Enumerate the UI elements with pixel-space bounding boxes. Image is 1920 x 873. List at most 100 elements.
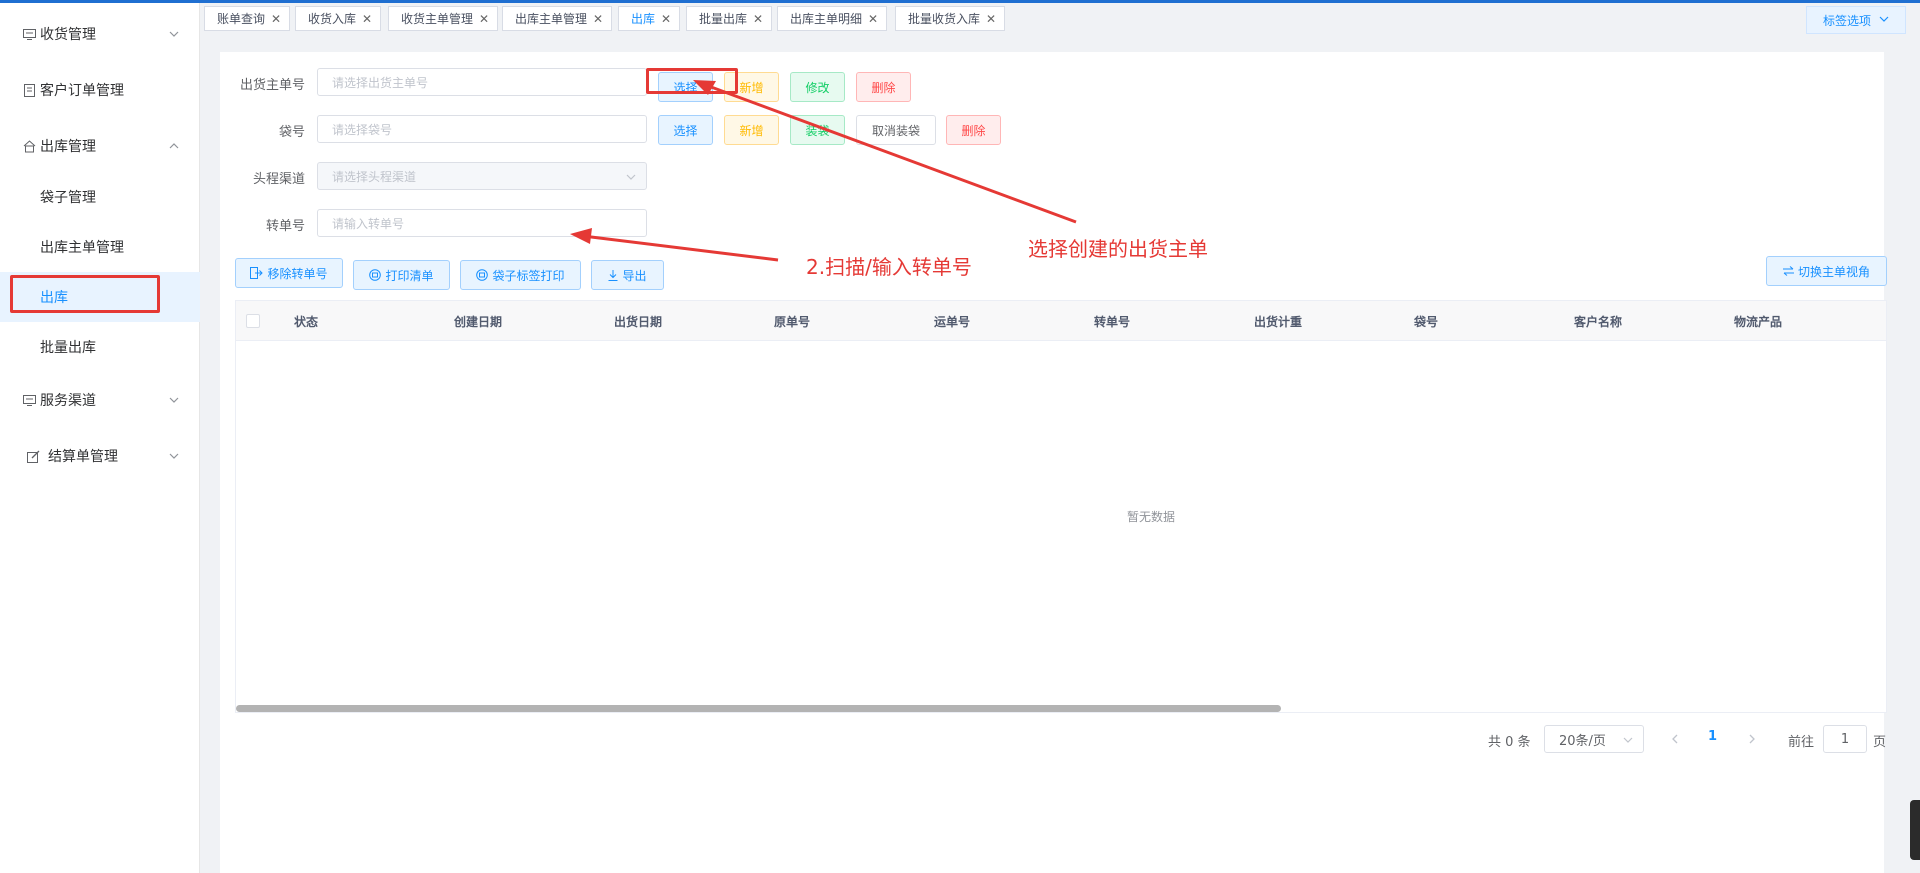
close-icon[interactable]: ✕ xyxy=(479,12,489,26)
printer-icon xyxy=(476,269,489,281)
sidebar-item-label: 结算单管理 xyxy=(48,449,118,465)
transfer-no-input[interactable]: 请输入转单号 xyxy=(317,209,647,237)
tab-bill-query[interactable]: 账单查询 ✕ xyxy=(204,6,291,31)
chevron-down-icon xyxy=(168,28,180,40)
sidebar-item-label: 客户订单管理 xyxy=(40,83,124,99)
chevron-down-icon xyxy=(1623,734,1633,744)
printer-icon xyxy=(369,269,382,281)
bag-no-input[interactable]: 请选择袋号 xyxy=(317,115,647,143)
sidebar-subitem-bags[interactable]: 袋子管理 xyxy=(0,172,200,222)
placeholder: 请选择袋号 xyxy=(332,122,393,137)
download-icon xyxy=(608,269,618,281)
select-bag-button[interactable]: 选择 xyxy=(658,115,713,145)
sidebar-item-label: 收货管理 xyxy=(40,27,96,43)
close-icon[interactable]: ✕ xyxy=(593,12,603,26)
sidebar-item-label: 出库管理 xyxy=(40,139,96,155)
bag-no-label: 袋号 xyxy=(278,125,305,140)
tab-receive-inbound[interactable]: 收货入库 ✕ xyxy=(295,6,382,31)
column-header-created-date[interactable]: 创建日期 xyxy=(454,301,502,341)
goto-page-input[interactable]: 1 xyxy=(1823,725,1867,753)
close-icon[interactable]: ✕ xyxy=(986,12,996,26)
sidebar-item-customer-orders[interactable]: 客户订单管理 xyxy=(0,65,200,115)
chevron-down-icon xyxy=(168,450,180,462)
chevron-down-icon xyxy=(1879,13,1889,27)
prev-page-button[interactable] xyxy=(1668,729,1682,749)
logout-icon xyxy=(250,267,264,279)
column-header-status[interactable]: 状态 xyxy=(294,301,318,341)
page-number-current[interactable]: 1 xyxy=(1708,729,1717,744)
add-bag-button[interactable]: 新增 xyxy=(724,115,779,145)
column-header-ship-date[interactable]: 出货日期 xyxy=(614,301,662,341)
tab-batch-receive[interactable]: 批量收货入库 ✕ xyxy=(895,6,1006,31)
tab-label: 出库 xyxy=(631,12,656,26)
column-header-logistics-product[interactable]: 物流产品 xyxy=(1734,301,1782,341)
tab-options-label: 标签选项 xyxy=(1822,13,1871,28)
sidebar-item-service-channel[interactable]: 服务渠道 xyxy=(0,375,200,425)
sidebar-subitem-batch-outbound[interactable]: 批量出库 xyxy=(0,322,200,372)
column-header-customer-name[interactable]: 客户名称 xyxy=(1574,301,1622,341)
tab-outbound-master-detail[interactable]: 出库主单明细 ✕ xyxy=(777,6,888,31)
receive-icon xyxy=(22,27,36,41)
document-icon xyxy=(22,83,36,97)
page-size-select[interactable]: 20条/页 xyxy=(1544,725,1644,753)
column-header-ship-weight[interactable]: 出货计重 xyxy=(1254,301,1302,341)
horizontal-scrollbar[interactable] xyxy=(236,705,1281,712)
placeholder: 请输入转单号 xyxy=(332,216,405,231)
channel-select[interactable]: 请选择头程渠道 xyxy=(317,162,647,190)
swap-icon xyxy=(1782,266,1794,276)
remove-transfer-button[interactable]: 移除转单号 xyxy=(235,258,343,288)
chevron-down-icon xyxy=(168,394,180,406)
tab-batch-outbound[interactable]: 批量出库 ✕ xyxy=(686,6,773,31)
annotation-highlight-outbound-menu xyxy=(10,275,160,313)
monitor-icon xyxy=(22,393,36,407)
close-icon[interactable]: ✕ xyxy=(271,12,281,26)
sidebar-subitem-outbound-master[interactable]: 出库主单管理 xyxy=(0,222,200,272)
outbound-icon xyxy=(22,139,36,153)
button-label: 导出 xyxy=(622,268,647,283)
button-label: 袋子标签打印 xyxy=(492,268,565,283)
edit-master-button[interactable]: 修改 xyxy=(790,72,845,102)
print-list-button[interactable]: 打印清单 xyxy=(353,260,450,290)
goto-suffix: 页 xyxy=(1873,735,1887,750)
export-button[interactable]: 导出 xyxy=(591,260,664,290)
column-header-transfer-no[interactable]: 转单号 xyxy=(1094,301,1130,341)
column-header-waybill-no[interactable]: 运单号 xyxy=(934,301,970,341)
print-bag-label-button[interactable]: 袋子标签打印 xyxy=(460,260,581,290)
tab-receive-master[interactable]: 收货主单管理 ✕ xyxy=(388,6,499,31)
button-label: 切换主单视角 xyxy=(1797,264,1870,279)
tab-label: 出库主单管理 xyxy=(515,12,588,26)
chevron-left-icon xyxy=(1672,734,1678,744)
cancel-pack-button[interactable]: 取消装袋 xyxy=(856,115,936,145)
annotation-text-select-master: 选择创建的出货主单 xyxy=(1028,237,1208,261)
close-icon[interactable]: ✕ xyxy=(362,12,372,26)
sidebar-item-receive[interactable]: 收货管理 xyxy=(0,9,200,59)
sidebar-item-outbound[interactable]: 出库管理 xyxy=(0,121,200,171)
select-all-checkbox[interactable] xyxy=(246,314,260,328)
page-size-value: 20条/页 xyxy=(1559,733,1606,749)
next-page-button[interactable] xyxy=(1745,729,1759,749)
switch-master-view-button[interactable]: 切换主单视角 xyxy=(1766,256,1887,286)
close-icon[interactable]: ✕ xyxy=(661,12,671,26)
sidebar-item-settlement[interactable]: 结算单管理 xyxy=(0,431,200,481)
column-header-original-no[interactable]: 原单号 xyxy=(774,301,810,341)
close-icon[interactable]: ✕ xyxy=(868,12,878,26)
delete-master-button[interactable]: 删除 xyxy=(856,72,911,102)
tab-label: 出库主单明细 xyxy=(790,12,863,26)
column-header-bag-no[interactable]: 袋号 xyxy=(1414,301,1438,341)
tab-label: 批量出库 xyxy=(699,12,748,26)
pagination-total: 共 0 条 xyxy=(1488,735,1531,750)
tab-label: 收货入库 xyxy=(308,12,357,26)
tab-options-button[interactable]: 标签选项 xyxy=(1806,6,1906,34)
master-no-input[interactable]: 请选择出货主单号 xyxy=(317,68,647,96)
tab-outbound-master[interactable]: 出库主单管理 ✕ xyxy=(502,6,613,31)
data-table: 状态 创建日期 出货日期 原单号 运单号 转单号 出货计重 袋号 客户名称 物流… xyxy=(235,300,1887,713)
tab-outbound[interactable]: 出库 ✕ xyxy=(618,6,681,31)
empty-placeholder: 暂无数据 xyxy=(1126,509,1175,524)
placeholder: 请选择头程渠道 xyxy=(332,169,417,184)
sidebar-item-label: 服务渠道 xyxy=(40,393,96,409)
close-icon[interactable]: ✕ xyxy=(753,12,763,26)
pack-bag-button[interactable]: 装袋 xyxy=(790,115,845,145)
floating-widget-handle[interactable] xyxy=(1910,800,1920,860)
delete-bag-button[interactable]: 删除 xyxy=(946,115,1001,145)
tab-label: 账单查询 xyxy=(217,12,266,26)
